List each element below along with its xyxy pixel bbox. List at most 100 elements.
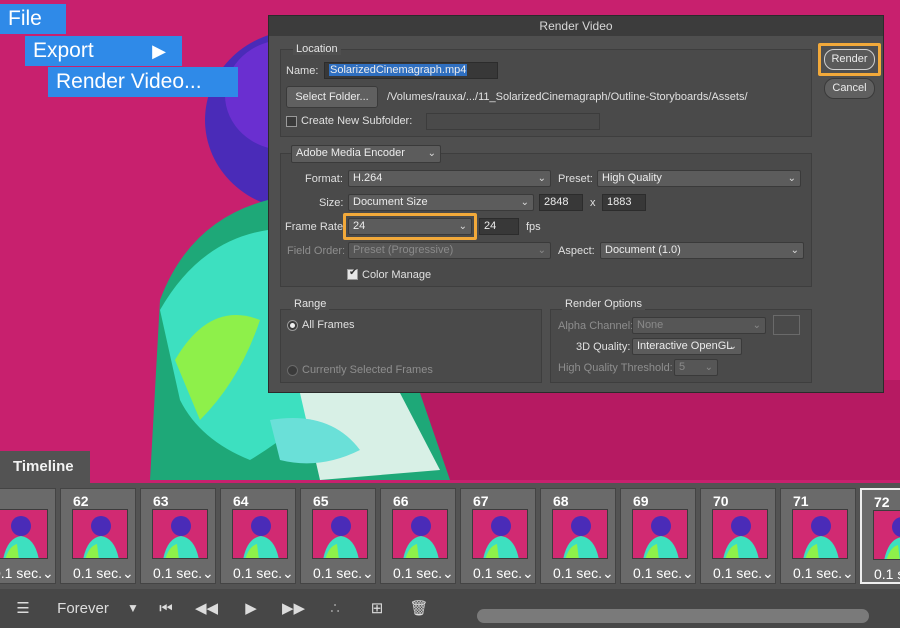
- frame-thumbnail: [72, 509, 128, 559]
- submenu-arrow-icon: ▶: [152, 41, 166, 61]
- chevron-down-icon: ⌄: [537, 173, 546, 184]
- chevron-down-icon: ⌄: [752, 320, 761, 331]
- field-order-label: Field Order:: [287, 245, 346, 257]
- currently-selected-label: Currently Selected Frames: [302, 364, 433, 376]
- timeline-frame[interactable]: 67 0.1 sec.⌄: [460, 488, 536, 584]
- color-manage-checkbox[interactable]: [347, 267, 358, 280]
- render-video-dialog: Render Video Location Name: SolarizedCin…: [268, 15, 884, 393]
- preset-select[interactable]: High Quality ⌄: [597, 170, 801, 187]
- timeline-scrollbar[interactable]: [477, 609, 869, 623]
- timeline-frame[interactable]: 64 0.1 sec.⌄: [220, 488, 296, 584]
- format-label: Format:: [305, 173, 343, 185]
- frame-delay-select[interactable]: 0.1 sec.⌄: [874, 566, 900, 583]
- format-select[interactable]: H.264 ⌄: [348, 170, 551, 187]
- frame-rate-label: Frame Rate:: [285, 221, 347, 233]
- frame-delay-select[interactable]: 0.1 sec.⌄: [793, 565, 854, 582]
- timeline-frame[interactable]: 65 0.1 sec.⌄: [300, 488, 376, 584]
- alpha-channel-select-value: None: [637, 319, 664, 331]
- name-input[interactable]: SolarizedCinemagraph.mp4: [324, 62, 498, 79]
- encoder-select[interactable]: Adobe Media Encoder ⌄: [291, 145, 441, 163]
- aspect-select[interactable]: Document (1.0) ⌄: [600, 242, 804, 259]
- hq-threshold-select[interactable]: 5 ⌄: [674, 359, 718, 376]
- frame-number: 62: [73, 493, 89, 509]
- timeline-frame[interactable]: 0.1 sec.⌄: [0, 488, 56, 584]
- chevron-down-icon: ⌄: [790, 245, 799, 256]
- frame-thumbnail: [472, 509, 528, 559]
- frame-delay-select[interactable]: 0.1 sec.⌄: [73, 565, 134, 582]
- aspect-select-value: Document (1.0): [605, 244, 681, 256]
- height-input[interactable]: 1883: [602, 194, 646, 211]
- encoder-select-value: Adobe Media Encoder: [296, 147, 405, 159]
- times-label: x: [590, 197, 596, 209]
- color-manage-label: Color Manage: [362, 269, 432, 281]
- create-subfolder-checkbox[interactable]: [286, 116, 297, 127]
- frame-delay-select[interactable]: 0.1 sec.⌄: [633, 565, 694, 582]
- 3d-quality-select-value: Interactive OpenGL: [637, 340, 733, 352]
- duplicate-frame-icon[interactable]: ⊞: [366, 589, 388, 628]
- hq-threshold-select-value: 5: [679, 361, 686, 373]
- frame-number: 66: [393, 493, 409, 509]
- timeline-frame[interactable]: 69 0.1 sec.⌄: [620, 488, 696, 584]
- frame-delay-select[interactable]: 0.1 sec.⌄: [713, 565, 774, 582]
- breadcrumb-file-label: File: [8, 7, 42, 30]
- timeline-options-icon[interactable]: ☰: [10, 589, 36, 628]
- alpha-channel-label: Alpha Channel:: [558, 320, 634, 332]
- breadcrumb-render-video: Render Video...: [48, 67, 238, 97]
- frame-thumbnail: [712, 509, 768, 559]
- fps-unit-label: fps: [526, 221, 541, 233]
- breadcrumb-export: Export ▶: [25, 36, 182, 66]
- next-frame-icon[interactable]: ▶▶: [282, 589, 305, 628]
- width-input[interactable]: 2848: [539, 194, 583, 211]
- frame-delay-select[interactable]: 0.1 sec.⌄: [313, 565, 374, 582]
- alpha-color-swatch[interactable]: [773, 315, 800, 335]
- timeline-frame[interactable]: 70 0.1 sec.⌄: [700, 488, 776, 584]
- timeline-frame[interactable]: 71 0.1 sec.⌄: [780, 488, 856, 584]
- cancel-button[interactable]: Cancel: [824, 78, 875, 99]
- fps-input[interactable]: 24: [479, 218, 519, 235]
- frame-delay-select[interactable]: 0.1 sec.⌄: [153, 565, 214, 582]
- chevron-down-icon: ⌄: [787, 173, 796, 184]
- frame-delay-select[interactable]: 0.1 sec.⌄: [473, 565, 534, 582]
- timeline-frame[interactable]: 72 0.1 sec.⌄: [860, 488, 900, 584]
- size-label: Size:: [319, 197, 344, 209]
- loop-options-select[interactable]: Forever: [48, 589, 118, 628]
- timeline-tab[interactable]: Timeline: [0, 451, 90, 483]
- all-frames-radio[interactable]: [287, 320, 298, 331]
- frame-thumbnail: [632, 509, 688, 559]
- frame-delay-select[interactable]: 0.1 sec.⌄: [553, 565, 614, 582]
- 3d-quality-select[interactable]: Interactive OpenGL ⌄: [632, 338, 742, 355]
- folder-path: /Volumes/rauxa/.../11_SolarizedCinemagra…: [387, 91, 748, 103]
- render-button[interactable]: Render: [824, 49, 875, 70]
- frame-delay-select[interactable]: 0.1 sec.⌄: [393, 565, 454, 582]
- frame-rate-highlight: [343, 213, 477, 240]
- first-frame-icon[interactable]: ⏮: [155, 589, 177, 628]
- field-order-select[interactable]: Preset (Progressive) ⌄: [348, 242, 551, 259]
- trash-icon[interactable]: 🗑: [408, 589, 430, 628]
- 3d-quality-label: 3D Quality:: [576, 341, 631, 353]
- timeline-frame[interactable]: 68 0.1 sec.⌄: [540, 488, 616, 584]
- chevron-down-icon: ⌄: [427, 148, 436, 159]
- tween-icon[interactable]: ∴: [322, 589, 348, 628]
- breadcrumb-export-label: Export: [33, 39, 94, 62]
- frame-number: 70: [713, 493, 729, 509]
- breadcrumb-render-video-label: Render Video...: [56, 70, 202, 93]
- frame-number: 64: [233, 493, 249, 509]
- play-icon[interactable]: ▶: [240, 589, 262, 628]
- currently-selected-radio[interactable]: [287, 365, 298, 376]
- frame-thumbnail: [0, 509, 48, 559]
- loop-dropdown-icon[interactable]: ▼: [124, 589, 142, 628]
- size-select[interactable]: Document Size ⌄: [348, 194, 534, 211]
- previous-frame-icon[interactable]: ◀◀: [195, 589, 218, 628]
- timeline-frame[interactable]: 63 0.1 sec.⌄: [140, 488, 216, 584]
- create-subfolder-label: Create New Subfolder:: [301, 115, 413, 127]
- subfolder-input[interactable]: [426, 113, 600, 130]
- frame-number: 69: [633, 493, 649, 509]
- timeline-frame[interactable]: 62 0.1 sec.⌄: [60, 488, 136, 584]
- frame-number: 63: [153, 493, 169, 509]
- alpha-channel-select[interactable]: None ⌄: [632, 317, 766, 334]
- frame-delay-select[interactable]: 0.1 sec.⌄: [233, 565, 294, 582]
- select-folder-button[interactable]: Select Folder...: [286, 86, 378, 108]
- frame-thumbnail: [392, 509, 448, 559]
- timeline-frame[interactable]: 66 0.1 sec.⌄: [380, 488, 456, 584]
- frame-delay-select[interactable]: 0.1 sec.⌄: [0, 565, 54, 582]
